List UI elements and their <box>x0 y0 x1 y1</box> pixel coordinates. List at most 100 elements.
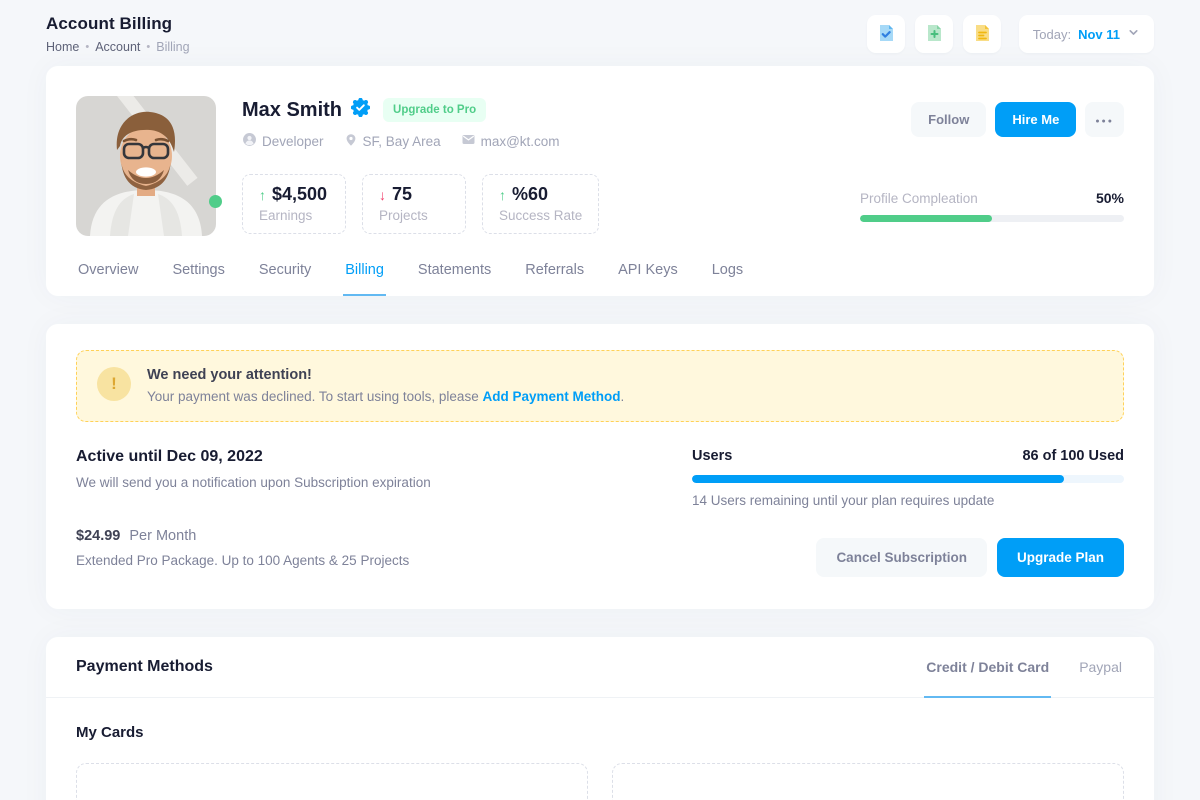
tab-referrals[interactable]: Referrals <box>523 262 586 296</box>
profile-meta: Developer SF, Bay Area max@kt.com <box>242 132 834 150</box>
location-label: SF, Bay Area <box>363 134 441 149</box>
email-label: max@kt.com <box>481 134 560 149</box>
breadcrumb-separator: • <box>146 41 150 53</box>
profile-name[interactable]: Max Smith <box>242 99 342 122</box>
stat-success-rate-value: %60 <box>512 184 548 205</box>
active-until-subtitle: We will send you a notification upon Sub… <box>76 475 431 490</box>
location-pin-icon <box>344 133 358 150</box>
profile-tabs: Overview Settings Security Billing State… <box>76 262 1124 296</box>
completion-value: 50% <box>1096 190 1124 206</box>
tab-billing[interactable]: Billing <box>343 262 386 296</box>
file-plus-button[interactable] <box>915 15 953 53</box>
payment-method-tabs: Credit / Debit Card Paypal <box>924 637 1124 697</box>
breadcrumb-home[interactable]: Home <box>46 40 79 54</box>
cards-grid <box>76 763 1124 800</box>
stat-earnings: ↑ $4,500 Earnings <box>242 174 346 234</box>
page-title: Account Billing <box>46 14 190 34</box>
more-options-button[interactable]: ●●● <box>1085 102 1124 137</box>
user-icon <box>242 132 257 150</box>
price-period: Per Month <box>129 528 196 544</box>
trend-up-icon: ↑ <box>259 187 266 203</box>
attention-alert: ! We need your attention! Your payment w… <box>76 350 1124 422</box>
users-remaining-note: 14 Users remaining until your plan requi… <box>692 493 1124 508</box>
date-picker-button[interactable]: Today: Nov 11 <box>1019 15 1154 53</box>
file-plus-icon <box>924 23 944 46</box>
ellipsis-icon: ●●● <box>1095 118 1114 125</box>
billing-summary-card: ! We need your attention! Your payment w… <box>46 324 1154 609</box>
email-icon <box>461 132 476 150</box>
completion-progress-track <box>860 215 1124 222</box>
tab-statements[interactable]: Statements <box>416 262 493 296</box>
profile-completion: Profile Compleation 50% <box>860 190 1124 222</box>
payment-methods-body: My Cards <box>46 698 1154 800</box>
stat-earnings-value: $4,500 <box>272 184 327 205</box>
users-progress-fill <box>692 475 1064 483</box>
file-lines-icon <box>972 23 992 46</box>
stat-earnings-label: Earnings <box>259 208 329 223</box>
plan-price: $24.99 Per Month <box>76 528 431 544</box>
tab-paypal[interactable]: Paypal <box>1077 637 1124 697</box>
add-payment-method-link[interactable]: Add Payment Method <box>482 389 620 404</box>
stat-projects-value: 75 <box>392 184 412 205</box>
follow-button[interactable]: Follow <box>911 102 986 137</box>
subscription-status: Active until Dec 09, 2022 We will send y… <box>76 448 431 577</box>
profile-info: Max Smith Upgrade to Pro <box>242 96 834 236</box>
file-check-icon <box>876 23 896 46</box>
cancel-subscription-button[interactable]: Cancel Subscription <box>816 538 987 577</box>
stat-success-rate-label: Success Rate <box>499 208 582 223</box>
role-label: Developer <box>262 134 324 149</box>
stat-projects: ↓ 75 Projects <box>362 174 466 234</box>
tab-api-keys[interactable]: API Keys <box>616 262 680 296</box>
users-usage: Users 86 of 100 Used 14 Users remaining … <box>692 448 1124 577</box>
completion-label: Profile Compleation <box>860 191 978 206</box>
active-until-heading: Active until Dec 09, 2022 <box>76 448 431 466</box>
topbar-right: Today: Nov 11 <box>867 15 1154 53</box>
users-progress-track <box>692 475 1124 483</box>
file-check-button[interactable] <box>867 15 905 53</box>
alert-body-suffix: . <box>620 389 624 404</box>
completion-progress-fill <box>860 215 992 222</box>
breadcrumb: Home • Account • Billing <box>46 40 190 54</box>
alert-body-text: Your payment was declined. To start usin… <box>147 389 482 404</box>
payment-methods-title: Payment Methods <box>76 637 213 697</box>
price-value: $24.99 <box>76 528 120 544</box>
users-usage-value: 86 of 100 Used <box>1022 448 1124 464</box>
exclamation-mark: ! <box>111 374 117 394</box>
avatar-photo <box>76 96 216 236</box>
topbar-left: Account Billing Home • Account • Billing <box>46 14 190 54</box>
plan-description: Extended Pro Package. Up to 100 Agents &… <box>76 553 431 568</box>
warning-icon: ! <box>97 367 131 401</box>
file-lines-button[interactable] <box>963 15 1001 53</box>
tab-overview[interactable]: Overview <box>76 262 140 296</box>
hire-me-button[interactable]: Hire Me <box>995 102 1076 137</box>
payment-methods-header: Payment Methods Credit / Debit Card Payp… <box>46 637 1154 698</box>
profile-right-column: Follow Hire Me ●●● Profile Compleation 5… <box>860 96 1124 236</box>
card-slot-2 <box>612 763 1124 800</box>
upgrade-plan-button[interactable]: Upgrade Plan <box>997 538 1124 577</box>
profile-card: Max Smith Upgrade to Pro <box>46 66 1154 296</box>
role-item: Developer <box>242 132 324 150</box>
breadcrumb-account[interactable]: Account <box>95 40 140 54</box>
online-status-dot <box>209 195 222 208</box>
avatar <box>76 96 216 236</box>
payment-methods-card: Payment Methods Credit / Debit Card Payp… <box>46 637 1154 800</box>
tab-credit-debit-card[interactable]: Credit / Debit Card <box>924 637 1051 697</box>
my-cards-heading: My Cards <box>76 724 1124 741</box>
tab-settings[interactable]: Settings <box>170 262 226 296</box>
profile-stats: ↑ $4,500 Earnings ↓ 75 Projects <box>242 174 834 234</box>
date-label: Today: <box>1033 27 1071 42</box>
breadcrumb-separator: • <box>85 41 89 53</box>
tab-security[interactable]: Security <box>257 262 313 296</box>
verified-badge-icon <box>351 98 370 122</box>
alert-body: Your payment was declined. To start usin… <box>147 389 624 404</box>
location-item: SF, Bay Area <box>344 133 441 150</box>
upgrade-to-pro-badge[interactable]: Upgrade to Pro <box>383 98 486 122</box>
date-value: Nov 11 <box>1078 27 1120 42</box>
billing-actions: Cancel Subscription Upgrade Plan <box>692 538 1124 577</box>
tab-logs[interactable]: Logs <box>710 262 745 296</box>
topbar: Account Billing Home • Account • Billing <box>46 0 1154 66</box>
email-item: max@kt.com <box>461 132 560 150</box>
trend-down-icon: ↓ <box>379 187 386 203</box>
account-billing-page: Account Billing Home • Account • Billing <box>0 0 1200 800</box>
alert-content: We need your attention! Your payment was… <box>147 367 624 404</box>
